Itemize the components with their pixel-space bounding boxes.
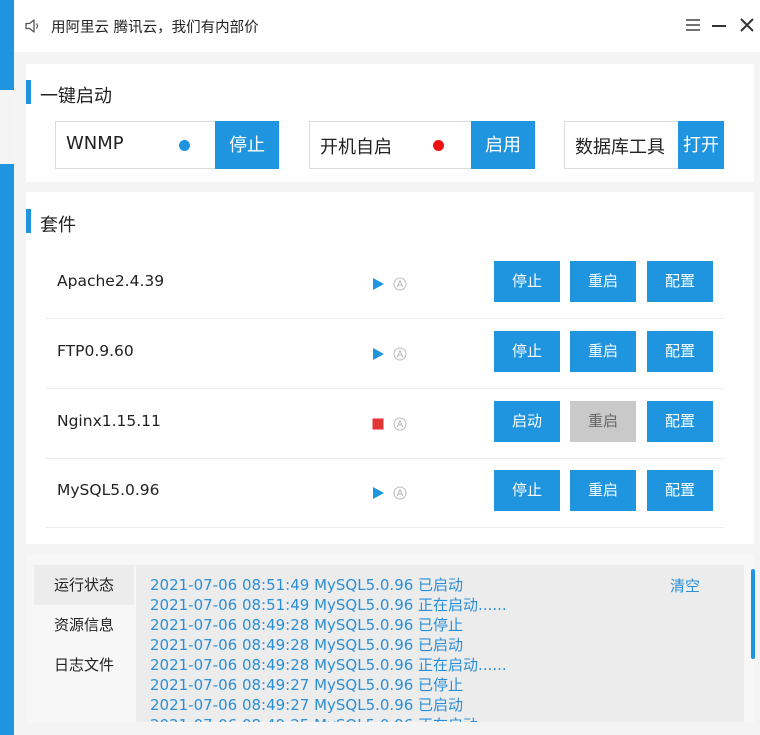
left-strip-gap bbox=[0, 90, 14, 164]
auto-start-icon[interactable] bbox=[393, 346, 407, 361]
db-tool-control: 数据库工具 打开 bbox=[564, 121, 724, 169]
wnmp-control: WNMP 停止 bbox=[55, 121, 279, 169]
log-line: 2021-07-06 08:49:28 MySQL5.0.96 正在启动....… bbox=[150, 656, 507, 674]
package-row-mysql: MySQL5.0.96 停止 重启 配置 bbox=[46, 458, 724, 528]
section-accent-bar bbox=[26, 80, 31, 104]
title-bar: 用阿里云 腾讯云，我们有内部价 bbox=[14, 0, 760, 52]
tab-run-status[interactable]: 运行状态 bbox=[34, 565, 134, 605]
stop-button[interactable]: 停止 bbox=[494, 470, 560, 511]
quick-start-panel: 一键启动 WNMP 停止 开机自启 启用 数据库工具 打开 bbox=[26, 64, 754, 182]
speaker-icon[interactable] bbox=[24, 17, 42, 35]
tab-resource-info[interactable]: 资源信息 bbox=[34, 605, 134, 645]
wnmp-status-dot bbox=[179, 140, 190, 151]
package-row-apache: Apache2.4.39 停止 重启 配置 bbox=[46, 249, 724, 319]
package-name: Apache2.4.39 bbox=[57, 272, 165, 290]
config-button[interactable]: 配置 bbox=[647, 470, 713, 511]
autostart-enable-button[interactable]: 启用 bbox=[471, 121, 535, 169]
log-output: 2021-07-06 08:51:49 MySQL5.0.96 已启动 2021… bbox=[136, 565, 744, 722]
window-title: 用阿里云 腾讯云，我们有内部价 bbox=[51, 20, 259, 36]
config-button[interactable]: 配置 bbox=[647, 401, 713, 442]
package-name: MySQL5.0.96 bbox=[57, 481, 160, 499]
log-line: 2021-07-06 08:51:49 MySQL5.0.96 正在启动....… bbox=[150, 596, 507, 614]
package-row-nginx: Nginx1.15.11 启动 重启 配置 bbox=[46, 389, 724, 459]
stop-square-icon bbox=[371, 416, 385, 430]
minimize-icon[interactable] bbox=[708, 14, 730, 36]
play-icon bbox=[371, 485, 385, 499]
restart-button[interactable]: 重启 bbox=[570, 261, 636, 302]
restart-button[interactable]: 重启 bbox=[570, 331, 636, 372]
menu-icon[interactable] bbox=[682, 14, 704, 36]
log-line: 2021-07-06 08:51:49 MySQL5.0.96 已启动 bbox=[150, 576, 464, 594]
wnmp-label: WNMP bbox=[66, 133, 124, 154]
status-panel: 运行状态 资源信息 日志文件 2021-07-06 08:51:49 MySQL… bbox=[26, 555, 755, 723]
quick-start-title: 一键启动 bbox=[40, 86, 112, 107]
tab-log-files[interactable]: 日志文件 bbox=[34, 645, 134, 685]
wnmp-stop-button[interactable]: 停止 bbox=[215, 121, 279, 169]
close-icon[interactable] bbox=[736, 14, 758, 36]
log-scrollbar[interactable] bbox=[751, 569, 755, 659]
db-tool-open-button[interactable]: 打开 bbox=[678, 121, 724, 169]
db-tool-label: 数据库工具 bbox=[575, 137, 665, 158]
restart-button-disabled[interactable]: 重启 bbox=[570, 401, 636, 442]
log-line: 2021-07-06 08:49:27 MySQL5.0.96 已启动 bbox=[150, 696, 464, 714]
auto-start-icon[interactable] bbox=[393, 276, 407, 291]
log-line: 2021-07-06 08:49:28 MySQL5.0.96 已启动 bbox=[150, 636, 464, 654]
clear-log-button[interactable]: 清空 bbox=[670, 575, 700, 596]
stop-button[interactable]: 停止 bbox=[494, 331, 560, 372]
package-name: FTP0.9.60 bbox=[57, 342, 134, 360]
autostart-label: 开机自启 bbox=[320, 137, 392, 158]
log-line: 2021-07-06 08:49:25 MySQL5.0.96 正在启动 bbox=[150, 714, 478, 722]
left-accent-strip-bottom bbox=[0, 164, 14, 735]
section-accent-bar bbox=[26, 209, 31, 233]
start-button[interactable]: 启动 bbox=[494, 401, 560, 442]
auto-start-icon[interactable] bbox=[393, 416, 407, 431]
play-icon bbox=[371, 276, 385, 290]
packages-panel: 套件 Apache2.4.39 停止 重启 配置 FTP0.9.60 停止 重启… bbox=[26, 192, 754, 544]
log-line: 2021-07-06 08:49:28 MySQL5.0.96 已停止 bbox=[150, 616, 464, 634]
config-button[interactable]: 配置 bbox=[647, 261, 713, 302]
play-icon bbox=[371, 346, 385, 360]
config-button[interactable]: 配置 bbox=[647, 331, 713, 372]
auto-start-icon[interactable] bbox=[393, 485, 407, 500]
left-accent-strip-top bbox=[0, 0, 14, 90]
app-window: 用阿里云 腾讯云，我们有内部价 一键启动 WNMP 停止 开机自启 启用 数据库… bbox=[14, 0, 760, 735]
package-row-ftp: FTP0.9.60 停止 重启 配置 bbox=[46, 319, 724, 389]
packages-title: 套件 bbox=[40, 215, 76, 236]
package-name: Nginx1.15.11 bbox=[57, 412, 161, 430]
autostart-control: 开机自启 启用 bbox=[309, 121, 535, 169]
autostart-status-dot bbox=[433, 140, 444, 151]
log-line: 2021-07-06 08:49:27 MySQL5.0.96 已停止 bbox=[150, 676, 464, 694]
stop-button[interactable]: 停止 bbox=[494, 261, 560, 302]
restart-button[interactable]: 重启 bbox=[570, 470, 636, 511]
